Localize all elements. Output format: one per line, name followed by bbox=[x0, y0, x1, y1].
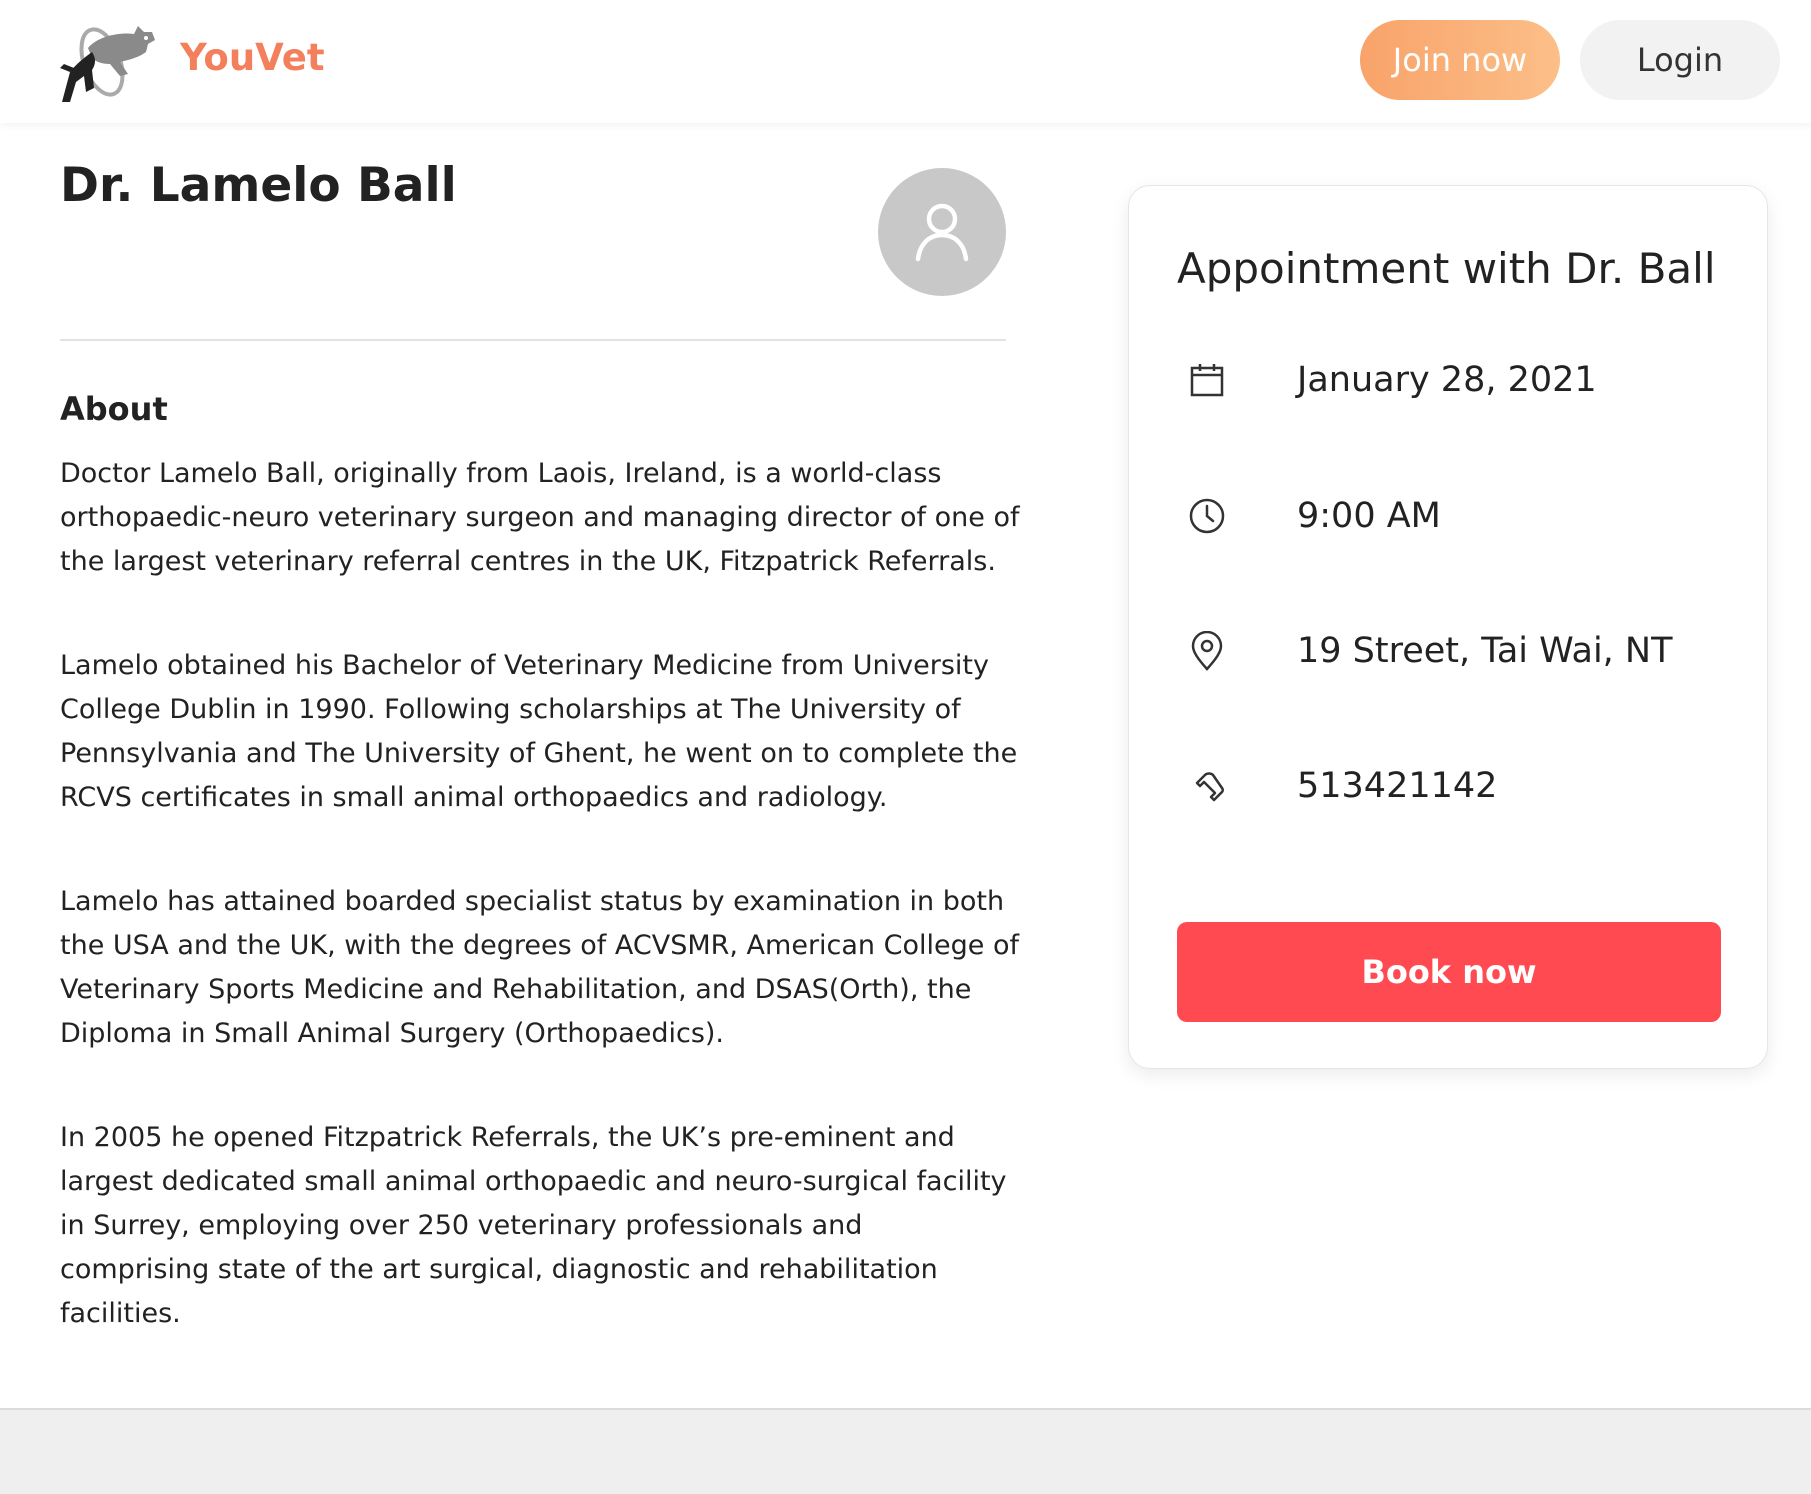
brand-name[interactable]: YouVet bbox=[180, 36, 325, 79]
about-heading: About bbox=[60, 390, 168, 428]
appointment-card: Appointment with Dr. Ball January 28, 20… bbox=[1128, 185, 1768, 1069]
join-now-button[interactable]: Join now bbox=[1360, 20, 1560, 100]
page-footer bbox=[0, 1408, 1811, 1494]
about-text: Doctor Lamelo Ball, originally from Laoi… bbox=[60, 452, 1020, 1396]
appointment-date: January 28, 2021 bbox=[1297, 360, 1597, 400]
calendar-icon bbox=[1177, 350, 1237, 410]
appointment-location: 19 Street, Tai Wai, NT bbox=[1297, 631, 1673, 671]
about-paragraph: Lamelo has attained boarded specialist s… bbox=[60, 886, 1019, 1049]
dog-jumping-hoop-icon[interactable] bbox=[58, 18, 158, 102]
about-paragraph: Doctor Lamelo Ball, originally from Laoi… bbox=[60, 458, 1020, 577]
login-button[interactable]: Login bbox=[1580, 20, 1780, 100]
about-paragraph: Lamelo obtained his Bachelor of Veterina… bbox=[60, 650, 1018, 813]
appointment-phone-row: 513421142 bbox=[1177, 756, 1737, 816]
doctor-avatar bbox=[878, 168, 1006, 296]
about-paragraph: In 2005 he opened Fitzpatrick Referrals,… bbox=[60, 1122, 1007, 1329]
section-divider bbox=[60, 339, 1006, 341]
map-pin-icon bbox=[1177, 621, 1237, 681]
appointment-title: Appointment with Dr. Ball bbox=[1177, 244, 1716, 293]
appointment-date-row: January 28, 2021 bbox=[1177, 350, 1737, 410]
clock-icon bbox=[1177, 486, 1237, 546]
phone-icon bbox=[1177, 756, 1237, 816]
appointment-location-row: 19 Street, Tai Wai, NT bbox=[1177, 621, 1737, 681]
appointment-phone: 513421142 bbox=[1297, 766, 1498, 806]
user-icon bbox=[915, 203, 969, 262]
doctor-name: Dr. Lamelo Ball bbox=[60, 158, 457, 213]
appointment-time-row: 9:00 AM bbox=[1177, 486, 1737, 546]
appointment-time: 9:00 AM bbox=[1297, 496, 1441, 536]
book-now-button[interactable]: Book now bbox=[1177, 922, 1721, 1022]
top-navbar: YouVet Join now Login bbox=[0, 0, 1811, 123]
